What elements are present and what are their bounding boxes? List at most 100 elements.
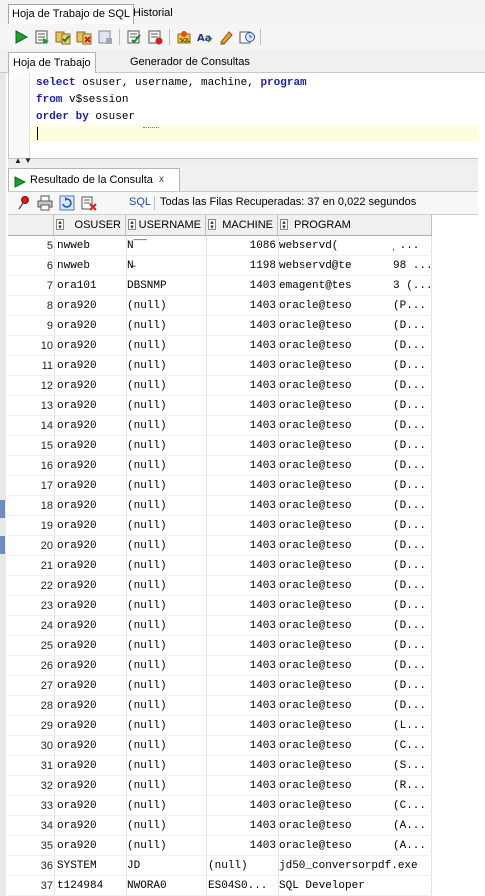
table-row[interactable]: 34 ora920 (null) 1403 oracle@teso (A... <box>8 816 432 836</box>
autotrace-icon[interactable] <box>146 28 163 45</box>
row-number[interactable]: 5 <box>8 236 53 256</box>
pin-icon[interactable] <box>16 195 32 211</box>
table-row[interactable]: 6 nwweb N̵ 1198 webservd@te 98 ... <box>8 256 432 276</box>
cell-username[interactable]: (null) <box>127 296 207 316</box>
row-number[interactable]: 24 <box>8 616 53 636</box>
row-number[interactable]: 37 <box>8 876 53 896</box>
cell-osuser[interactable]: ora920 <box>57 556 123 576</box>
cell-username[interactable]: NWORA0 <box>127 876 207 896</box>
cell-machine[interactable]: 1403 <box>208 656 276 676</box>
cell-machine[interactable]: 1403 <box>208 636 276 656</box>
tab-history[interactable]: Historial <box>130 4 176 23</box>
table-row[interactable]: 22 ora920 (null) 1403 oracle@teso (D... <box>8 576 432 596</box>
row-number[interactable]: 8 <box>8 296 53 316</box>
table-row[interactable]: 26 ora920 (null) 1403 oracle@teso (D... <box>8 656 432 676</box>
cell-username[interactable]: (null) <box>127 636 207 656</box>
row-number[interactable]: 21 <box>8 556 53 576</box>
cell-username[interactable]: (null) <box>127 756 207 776</box>
table-row[interactable]: 17 ora920 (null) 1403 oracle@teso (D... <box>8 476 432 496</box>
cell-machine[interactable]: 1403 <box>208 596 276 616</box>
row-number[interactable]: 9 <box>8 316 53 336</box>
table-row[interactable]: 30 ora920 (null) 1403 oracle@teso (C... <box>8 736 432 756</box>
cell-username[interactable]: N‾‾ <box>127 236 207 256</box>
run-script-icon[interactable] <box>33 28 50 45</box>
row-number[interactable]: 18 <box>8 496 53 516</box>
tab-worksheet[interactable]: Hoja de Trabajo <box>8 52 96 73</box>
cell-username[interactable]: (null) <box>127 576 207 596</box>
cell-osuser[interactable]: ora920 <box>57 376 123 396</box>
cell-osuser[interactable]: ora101 <box>57 276 123 296</box>
cell-username[interactable]: N̵ <box>127 256 207 276</box>
cell-osuser[interactable]: ora920 <box>57 536 123 556</box>
cell-machine[interactable]: 1403 <box>208 396 276 416</box>
table-row[interactable]: 32 ora920 (null) 1403 oracle@teso (R... <box>8 776 432 796</box>
row-number[interactable]: 32 <box>8 776 53 796</box>
table-row[interactable]: 36 SYSTEM JD (null) jd50_conversorpdf.exe <box>8 856 432 876</box>
table-row[interactable]: 25 ora920 (null) 1403 oracle@teso (D... <box>8 636 432 656</box>
cell-username[interactable]: (null) <box>127 456 207 476</box>
cell-username[interactable]: (null) <box>127 776 207 796</box>
cell-osuser[interactable]: ora920 <box>57 616 123 636</box>
row-number[interactable]: 22 <box>8 576 53 596</box>
cell-osuser[interactable]: ora920 <box>57 296 123 316</box>
cell-username[interactable]: (null) <box>127 736 207 756</box>
cell-machine[interactable]: 1403 <box>208 276 276 296</box>
cell-username[interactable]: JD <box>127 856 207 876</box>
row-number[interactable]: 19 <box>8 516 53 536</box>
row-number[interactable]: 7 <box>8 276 53 296</box>
table-row[interactable]: 14 ora920 (null) 1403 oracle@teso (D... <box>8 416 432 436</box>
row-number[interactable]: 12 <box>8 376 53 396</box>
commit-icon[interactable] <box>54 28 71 45</box>
row-number[interactable]: 16 <box>8 456 53 476</box>
cell-osuser[interactable]: ora920 <box>57 396 123 416</box>
cell-osuser[interactable]: ora920 <box>57 576 123 596</box>
refresh-icon[interactable] <box>59 195 75 211</box>
table-row[interactable]: 12 ora920 (null) 1403 oracle@teso (D... <box>8 376 432 396</box>
cell-osuser[interactable]: ora920 <box>57 776 123 796</box>
cell-username[interactable]: (null) <box>127 376 207 396</box>
column-sort-icon[interactable]: ▴ ▾ <box>128 219 136 231</box>
cell-osuser[interactable]: ora920 <box>57 436 123 456</box>
cell-osuser[interactable]: nwweb <box>57 236 123 256</box>
table-row[interactable]: 16 ora920 (null) 1403 oracle@teso (D... <box>8 456 432 476</box>
row-number[interactable]: 11 <box>8 356 53 376</box>
print-icon[interactable] <box>37 195 53 211</box>
row-number[interactable]: 15 <box>8 436 53 456</box>
cell-username[interactable]: (null) <box>127 656 207 676</box>
explain-plan-icon[interactable] <box>125 28 142 45</box>
table-row[interactable]: 7 ora101 DBSNMP 1403 emagent@tes 3 (... <box>8 276 432 296</box>
column-sort-icon[interactable]: ▴ ▾ <box>280 219 288 231</box>
cell-osuser[interactable]: ora920 <box>57 336 123 356</box>
column-header-program[interactable]: ▴ ▾ PROGRAM <box>278 215 432 235</box>
sql-editor[interactable]: select osuser, username, machine, progra… <box>8 73 479 158</box>
cell-program[interactable]: jd50_conversorpdf.exe <box>279 856 429 876</box>
cell-machine[interactable]: 1403 <box>208 296 276 316</box>
cell-machine[interactable]: ES04S0... <box>208 876 276 896</box>
collapse-up-icon[interactable]: ▲ <box>14 157 22 165</box>
table-row[interactable]: 27 ora920 (null) 1403 oracle@teso (D... <box>8 676 432 696</box>
close-tab-icon[interactable]: x <box>159 169 164 191</box>
cell-machine[interactable]: 1403 <box>208 416 276 436</box>
cell-osuser[interactable]: ora920 <box>57 356 123 376</box>
column-header-username[interactable]: ▴ ▾ USERNAME <box>126 215 206 235</box>
cell-machine[interactable]: 1403 <box>208 796 276 816</box>
cell-osuser[interactable]: ora920 <box>57 316 123 336</box>
cell-username[interactable]: (null) <box>127 596 207 616</box>
cell-machine[interactable]: 1403 <box>208 816 276 836</box>
rollback-icon[interactable] <box>75 28 92 45</box>
cell-osuser[interactable]: ora920 <box>57 516 123 536</box>
cell-username[interactable]: (null) <box>127 716 207 736</box>
row-number[interactable]: 34 <box>8 816 53 836</box>
cell-username[interactable]: (null) <box>127 396 207 416</box>
table-row[interactable]: 24 ora920 (null) 1403 oracle@teso (D... <box>8 616 432 636</box>
row-number[interactable]: 10 <box>8 336 53 356</box>
cell-osuser[interactable]: ora920 <box>57 476 123 496</box>
cell-osuser[interactable]: ora920 <box>57 756 123 776</box>
table-row[interactable]: 19 ora920 (null) 1403 oracle@teso (D... <box>8 516 432 536</box>
cell-username[interactable]: (null) <box>127 516 207 536</box>
tab-query-builder[interactable]: Generador de Consultas <box>126 52 254 72</box>
cell-machine[interactable]: 1403 <box>208 516 276 536</box>
tab-sql-worksheet[interactable]: Hoja de Trabajo de SQL <box>8 4 135 24</box>
row-number[interactable]: 30 <box>8 736 53 756</box>
cell-machine[interactable]: 1403 <box>208 776 276 796</box>
